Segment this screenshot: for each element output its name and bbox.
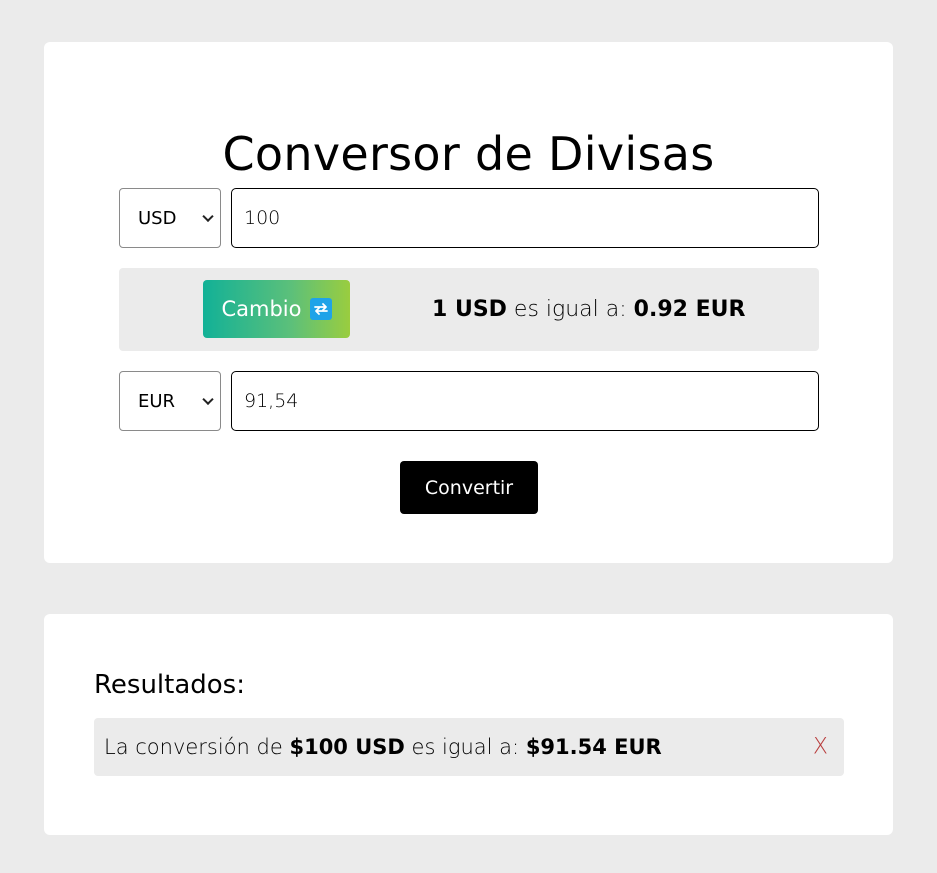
results-card: Resultados: La conversión de $100 USD es… — [44, 614, 893, 835]
rate-base: 1 USD — [432, 297, 507, 322]
from-amount-value: 100 — [244, 207, 281, 229]
to-amount-input[interactable]: 91,54 — [231, 371, 819, 431]
delete-result-button[interactable]: X — [813, 735, 828, 760]
result-middle: es igual a: — [404, 735, 526, 759]
from-currency-value: USD — [138, 207, 177, 229]
converter-card: Conversor de Divisas USD 100 Cambio 1 US… — [44, 42, 893, 563]
page-title: Conversor de Divisas — [222, 126, 715, 181]
swap-arrows-icon — [309, 298, 332, 320]
exchange-rate-panel: Cambio 1 USD es igual a: 0.92 EUR — [119, 268, 819, 351]
to-currency-value: EUR — [138, 390, 176, 412]
result-to: $91.54 EUR — [525, 735, 662, 759]
result-text: La conversión de $100 USD es igual a: $9… — [104, 735, 662, 759]
to-currency-select[interactable]: EUR — [119, 371, 221, 431]
convert-button[interactable]: Convertir — [400, 461, 538, 514]
exchange-rate-text: 1 USD es igual a: 0.92 EUR — [432, 268, 745, 351]
result-from: $100 USD — [289, 735, 405, 759]
to-amount-value: 91,54 — [244, 390, 299, 412]
result-item: La conversión de $100 USD es igual a: $9… — [94, 718, 844, 776]
result-prefix: La conversión de — [104, 735, 290, 759]
from-amount-input[interactable]: 100 — [231, 188, 819, 248]
chevron-down-icon — [202, 210, 214, 223]
from-currency-select[interactable]: USD — [119, 188, 221, 248]
chevron-down-icon — [202, 393, 214, 406]
swap-button[interactable]: Cambio — [203, 280, 350, 338]
rate-middle: es igual a: — [506, 297, 634, 322]
rate-value: 0.92 EUR — [633, 297, 746, 322]
swap-button-label: Cambio — [221, 297, 302, 321]
results-title: Resultados: — [94, 670, 245, 700]
